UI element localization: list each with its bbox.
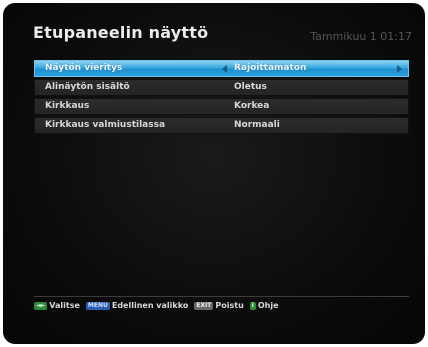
menu-key-icon: MENU bbox=[85, 301, 110, 310]
tv-screen: Etupaneelin näyttö Tammikuu 1 01:17 Näyt… bbox=[3, 3, 425, 344]
help-hint: Ohje bbox=[257, 301, 279, 310]
exit-key-icon: EXIT bbox=[194, 301, 214, 310]
info-key-icon: i bbox=[249, 301, 256, 310]
menu-row-display-scroll[interactable]: Näytön vieritys Rajoittamaton bbox=[34, 60, 409, 77]
previous-menu-hint: Edellinen valikko bbox=[111, 301, 189, 310]
footer-hints: ◄► Valitse MENU Edellinen valikko EXIT P… bbox=[34, 301, 285, 310]
menu-row-label: Alinäytön sisältö bbox=[45, 82, 130, 92]
menu-row-value: Oletus bbox=[234, 82, 267, 92]
menu-row-value: Rajoittamaton bbox=[234, 63, 307, 73]
menu-row-brightness[interactable]: Kirkkaus Korkea bbox=[34, 98, 409, 115]
arrow-left-icon[interactable] bbox=[222, 65, 227, 73]
footer-divider bbox=[34, 296, 409, 297]
menu-row-label: Kirkkaus bbox=[45, 101, 90, 111]
clock-display: Tammikuu 1 01:17 bbox=[310, 30, 412, 43]
menu-row-value: Normaali bbox=[234, 120, 280, 130]
menu-row-value: Korkea bbox=[234, 101, 270, 111]
select-hint: Valitse bbox=[49, 301, 80, 310]
exit-hint: Poistu bbox=[215, 301, 244, 310]
settings-menu: Näytön vieritys Rajoittamaton Alinäytön … bbox=[34, 60, 409, 136]
menu-row-subdisplay-content[interactable]: Alinäytön sisältö Oletus bbox=[34, 79, 409, 96]
menu-row-label: Näytön vieritys bbox=[45, 63, 123, 73]
left-right-key-icon: ◄► bbox=[34, 301, 48, 310]
menu-row-label: Kirkkaus valmiustilassa bbox=[45, 120, 166, 130]
page-title: Etupaneelin näyttö bbox=[33, 23, 209, 42]
menu-row-standby-brightness[interactable]: Kirkkaus valmiustilassa Normaali bbox=[34, 117, 409, 134]
arrow-right-icon[interactable] bbox=[397, 65, 402, 73]
